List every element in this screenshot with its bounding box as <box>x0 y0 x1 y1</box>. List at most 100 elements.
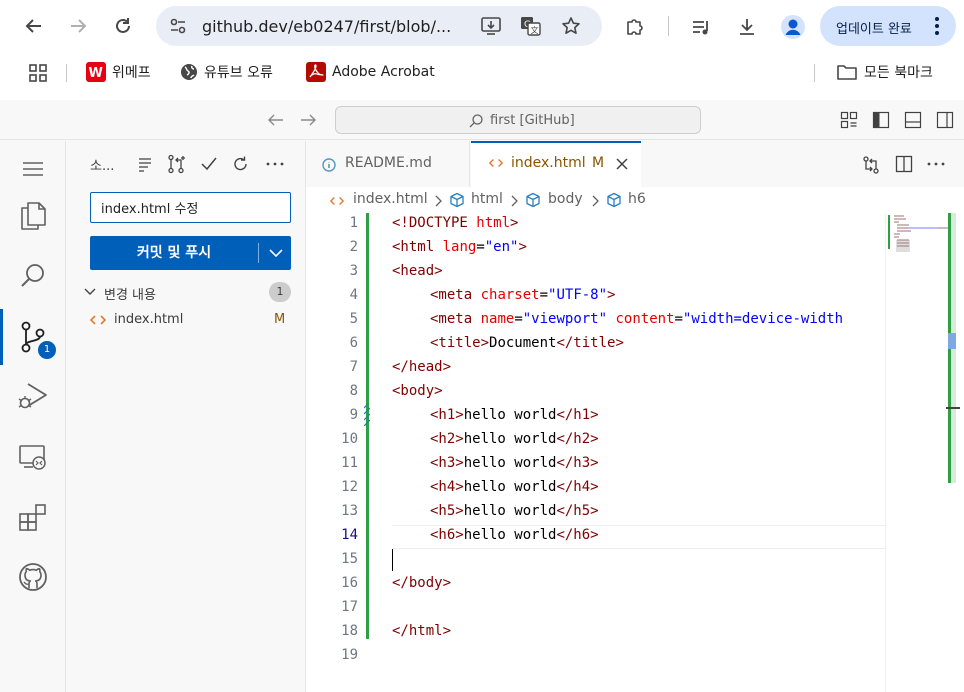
editor-scrollbar[interactable] <box>946 213 960 483</box>
command-center[interactable]: first [GitHub] <box>335 106 701 134</box>
line-number: 8 <box>349 383 358 399</box>
element-cube-icon <box>607 192 621 208</box>
wemakeprice-logo-icon: W <box>86 62 106 82</box>
source-control-button[interactable]: 1 <box>0 309 66 365</box>
code-line: <h4>hello world</h4> <box>430 479 599 495</box>
minimap-diff-marker <box>888 215 890 249</box>
extensions-icon[interactable] <box>624 16 646 38</box>
line-number: 17 <box>341 599 358 615</box>
split-editor-icon[interactable] <box>895 155 913 173</box>
apps-grid-icon[interactable] <box>28 63 48 83</box>
changes-group-header[interactable]: 변경 내용 1 <box>78 281 294 303</box>
code-line: <html lang="en"> <box>392 239 527 255</box>
code-editor[interactable]: <!DOCTYPE html> <html lang="en"> <head> … <box>392 213 885 692</box>
customize-layout-icon[interactable] <box>840 111 858 129</box>
star-icon[interactable] <box>561 16 581 36</box>
toggle-secondary-sidebar-icon[interactable] <box>936 111 954 129</box>
commit-dropdown-button[interactable] <box>260 236 291 270</box>
list-icon <box>139 158 151 172</box>
tab-modified-status: M <box>592 155 605 171</box>
search-button[interactable] <box>0 248 66 304</box>
svg-text:W: W <box>89 66 103 81</box>
globe-icon <box>181 64 197 80</box>
line-number: 1 <box>349 215 358 231</box>
refresh-button[interactable] <box>230 153 252 175</box>
download-icon[interactable] <box>736 16 758 38</box>
tab-readme[interactable]: README.md <box>306 141 470 187</box>
bookmark-divider <box>814 64 815 82</box>
vscode-titlebar: first [GitHub] <box>0 100 964 140</box>
bookmark-adobe-acrobat[interactable]: Adobe Acrobat <box>306 60 435 84</box>
go-forward-icon[interactable] <box>298 111 318 129</box>
media-control-icon[interactable] <box>690 16 712 38</box>
minimap-code-preview <box>894 215 952 252</box>
explorer-button[interactable] <box>0 188 66 244</box>
back-button[interactable] <box>18 10 50 42</box>
extensions-button[interactable] <box>0 489 66 545</box>
folder-icon <box>837 65 857 80</box>
command-center-label: first [GitHub] <box>490 113 575 128</box>
changes-label: 변경 내용 <box>104 288 156 303</box>
breadcrumb-html[interactable]: html <box>471 191 503 207</box>
close-icon[interactable] <box>616 158 628 170</box>
bookmark-label: 유튜브 오류 <box>204 65 273 81</box>
line-number: 19 <box>341 647 358 663</box>
toggle-panel-icon[interactable] <box>904 111 922 129</box>
remote-explorer-icon <box>19 445 46 470</box>
create-pull-request-button[interactable] <box>166 153 188 175</box>
breadcrumb-body[interactable]: body <box>548 191 583 207</box>
search-icon <box>21 264 44 287</box>
site-settings-icon[interactable] <box>168 16 188 36</box>
reload-button[interactable] <box>107 10 139 42</box>
diff-modified-marker-icon <box>364 404 370 426</box>
tab-label: README.md <box>345 155 432 171</box>
forward-button[interactable] <box>62 10 94 42</box>
profile-avatar-icon[interactable] <box>780 14 806 40</box>
bookmark-all-bookmarks[interactable]: 모든 북마크 <box>836 60 933 84</box>
line-number: 7 <box>349 359 358 375</box>
commit-message-input[interactable] <box>90 192 291 223</box>
arrow-left-icon <box>25 19 41 33</box>
run-debug-icon <box>18 383 47 409</box>
commit-check-button[interactable] <box>198 153 220 175</box>
install-app-icon[interactable] <box>480 16 502 36</box>
sidebar-title: 소... <box>90 159 115 174</box>
remote-explorer-button[interactable] <box>0 429 66 485</box>
chevron-right-icon <box>435 195 442 207</box>
tab-index-html[interactable]: index.html M <box>471 141 641 187</box>
scrollbar-position-marker <box>948 333 956 349</box>
github-icon <box>19 563 47 591</box>
changed-file-item[interactable]: index.html M <box>66 309 306 331</box>
source-control-sidebar: 소... 커밋 및 푸시 변경 내용 1 <box>66 141 306 692</box>
element-cube-icon <box>526 192 540 208</box>
more-actions-button[interactable] <box>264 153 286 175</box>
bookmark-label: 모든 북마크 <box>864 65 933 81</box>
commit-and-push-button[interactable]: 커밋 및 푸시 <box>90 236 291 270</box>
vscode-workbench: first [GitHub] 1 소... index.html 수정 커밋 및… <box>0 100 964 692</box>
github-button[interactable] <box>0 549 66 605</box>
toggle-primary-sidebar-icon[interactable] <box>872 111 890 129</box>
view-as-tree-button[interactable] <box>134 153 156 175</box>
translate-icon[interactable]: G文 <box>520 16 542 36</box>
code-line: <h2>hello world</h2> <box>430 431 599 447</box>
code-line: <h5>hello world</h5> <box>430 503 599 519</box>
bookmark-wemakeprice[interactable]: W 위메프 <box>86 60 151 84</box>
line-number: 2 <box>349 239 358 255</box>
update-button[interactable]: 업데이트 완료 <box>820 6 956 46</box>
go-back-icon[interactable] <box>266 111 286 129</box>
open-changes-icon[interactable] <box>862 155 880 175</box>
chevron-down-icon <box>268 249 283 258</box>
line-number-gutter: 1 2 3 4 5 6 7 8 9 10 11 12 13 14 15 16 1… <box>306 213 386 692</box>
line-number: 3 <box>349 263 358 279</box>
bookmark-label: Adobe Acrobat <box>332 64 435 80</box>
line-number: 18 <box>341 623 358 639</box>
breadcrumb-h6[interactable]: h6 <box>628 191 646 207</box>
run-debug-button[interactable] <box>0 368 66 424</box>
address-bar[interactable]: github.dev/eb0247/first/blob/... G文 <box>156 6 602 46</box>
commit-button-label: 커밋 및 푸시 <box>136 245 212 261</box>
code-line: <meta charset="UTF-8"> <box>430 287 616 303</box>
bookmark-youtube-error[interactable]: 유튜브 오류 <box>180 60 273 84</box>
more-actions-icon[interactable] <box>927 162 945 166</box>
breadcrumb-file[interactable]: index.html <box>353 191 428 207</box>
menu-dots-icon <box>935 17 939 35</box>
